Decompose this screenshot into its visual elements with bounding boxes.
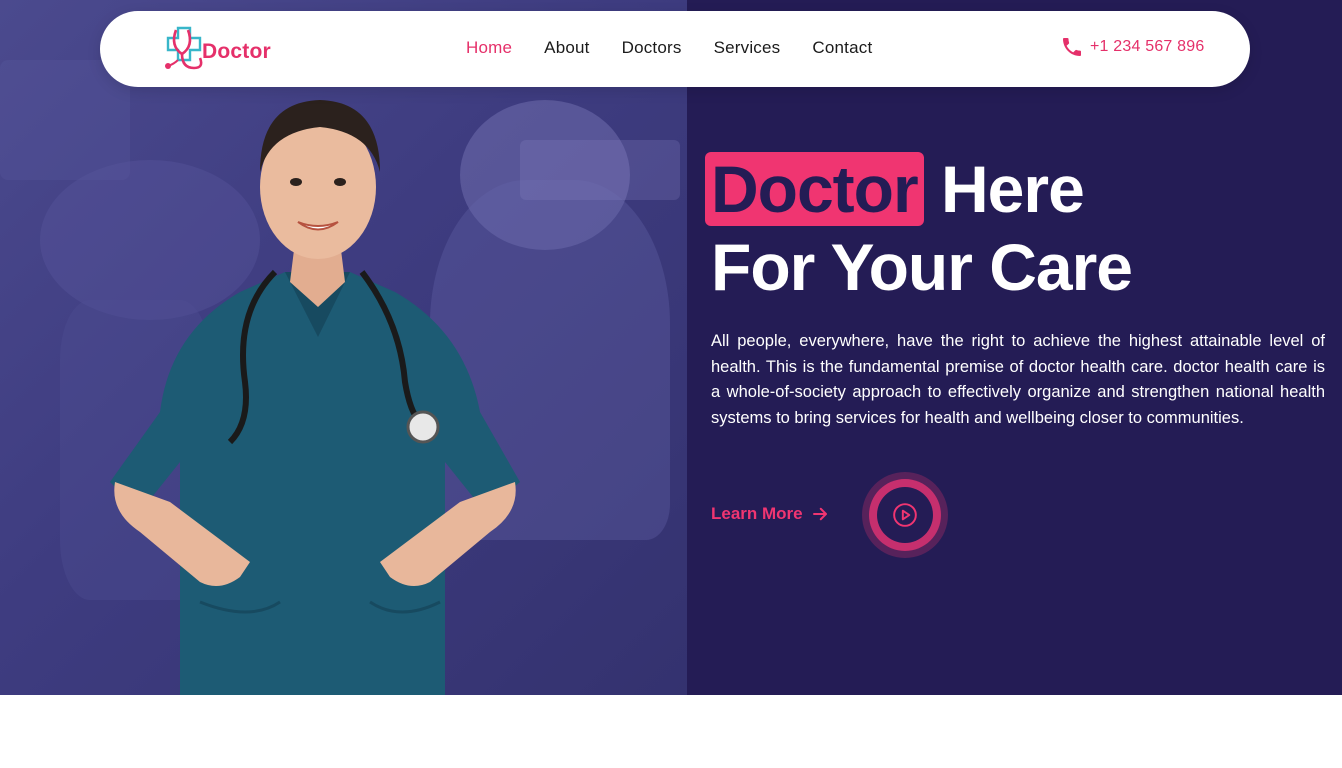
phone-link[interactable]: +1 234 567 896 bbox=[1060, 35, 1204, 59]
play-button-inner bbox=[877, 487, 933, 543]
background-monitor-shape bbox=[520, 140, 680, 200]
nav-item-home[interactable]: Home bbox=[466, 38, 512, 58]
nav-item-services[interactable]: Services bbox=[714, 38, 781, 58]
hero-photo bbox=[0, 0, 687, 695]
nurse-figure bbox=[110, 100, 520, 695]
top-navbar: Doctor Home About Doctors Services Conta… bbox=[100, 11, 1250, 87]
phone-icon bbox=[1063, 38, 1081, 56]
nav-item-contact[interactable]: Contact bbox=[812, 38, 872, 58]
learn-more-button[interactable]: Learn More bbox=[711, 504, 829, 524]
headline-line1-rest: Here bbox=[941, 152, 1085, 226]
stethoscope-cross-icon bbox=[165, 26, 203, 70]
brand-logo[interactable]: Doctor bbox=[164, 21, 284, 77]
hero-description: All people, everywhere, have the right t… bbox=[711, 332, 1325, 427]
play-video-button[interactable] bbox=[862, 472, 948, 558]
learn-more-label: Learn More bbox=[711, 504, 803, 523]
nav-item-doctors[interactable]: Doctors bbox=[622, 38, 682, 58]
play-button-ring bbox=[869, 479, 941, 551]
arrow-right-icon bbox=[812, 507, 827, 521]
nav-item-about[interactable]: About bbox=[544, 38, 589, 58]
play-icon bbox=[893, 503, 917, 527]
phone-number: +1 234 567 896 bbox=[1090, 38, 1205, 55]
headline-highlight-word: Doctor bbox=[705, 152, 924, 226]
hero-section: Doctor Here For Your Care All people, ev… bbox=[0, 0, 1342, 695]
brand-name: Doctor bbox=[202, 40, 271, 63]
headline-line2: For Your Care bbox=[711, 230, 1133, 304]
main-nav: Home About Doctors Services Contact bbox=[466, 38, 872, 58]
hero-headline: Doctor Here For Your Care bbox=[705, 150, 1133, 306]
